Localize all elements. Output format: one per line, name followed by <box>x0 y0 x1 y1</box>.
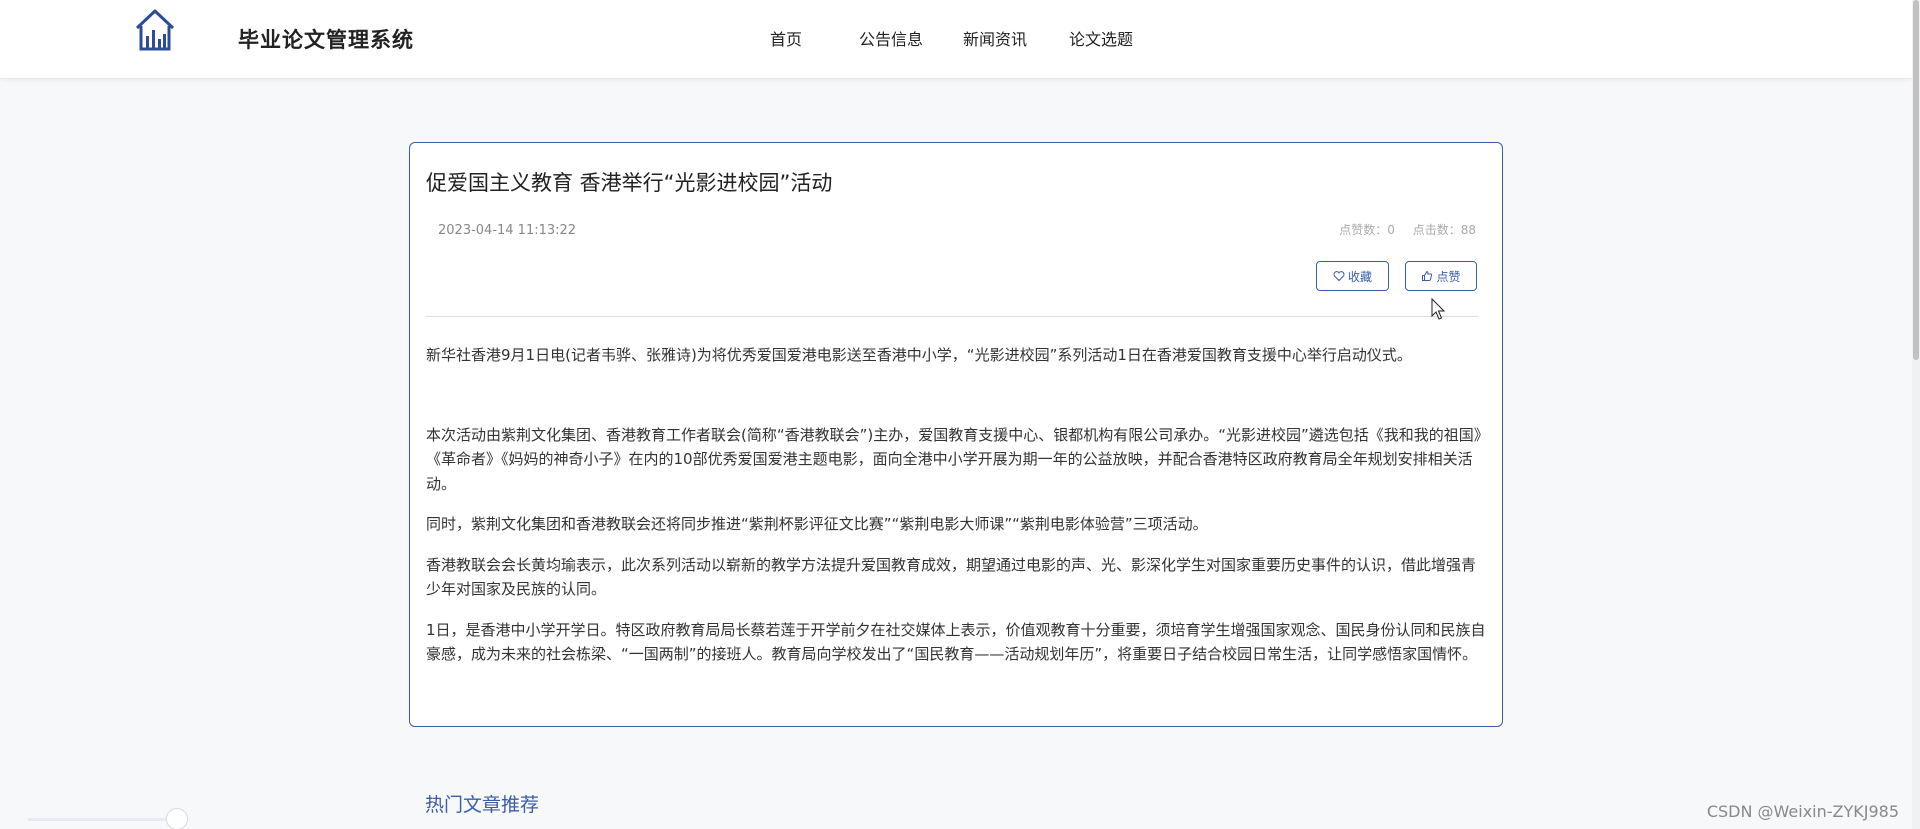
watermark: CSDN @Weixin-ZYKJ985 <box>1706 802 1899 821</box>
house-chart-icon[interactable] <box>134 8 176 52</box>
article-stats: 点赞数：0 点击数：88 <box>1325 221 1476 238</box>
nav-item-home[interactable]: 首页 <box>770 26 802 50</box>
site-title: 毕业论文管理系统 <box>238 28 414 52</box>
scrollbar-thumb[interactable] <box>1913 0 1919 360</box>
article-paragraph: 香港教联会会长黄均瑜表示，此次系列活动以崭新的教学方法提升爱国教育成效，期望通过… <box>426 555 1477 599</box>
carousel-track <box>28 818 178 821</box>
thumbs-up-icon <box>1422 270 1433 281</box>
carousel-handle[interactable] <box>166 808 188 829</box>
like-button[interactable]: 点赞 <box>1405 261 1477 291</box>
heart-icon <box>1333 271 1345 282</box>
nav-item-notice[interactable]: 公告信息 <box>859 26 923 50</box>
main-nav: 首页 公告信息 新闻资讯 论文选题 <box>770 26 1133 50</box>
article-title: 促爱国主义教育 香港举行“光影进校园”活动 <box>426 171 833 195</box>
article-date: 2023-04-14 11:13:22 <box>438 223 577 238</box>
article-paragraph: 同时，紫荆文化集团和香港教联会还将同步推进“紫荆杯影评征文比赛”“紫荆电影大师课… <box>426 515 1208 533</box>
nav-item-topics[interactable]: 论文选题 <box>1069 26 1133 50</box>
article-paragraph: 新华社香港9月1日电(记者韦骅、张雅诗)为将优秀爱国爱港电影送至香港中小学，“光… <box>426 346 1412 364</box>
favorite-label: 收藏 <box>1347 269 1372 284</box>
like-label: 点赞 <box>1436 269 1461 284</box>
likes-count: 点赞数：0 <box>1339 223 1395 237</box>
article-content: 新华社香港9月1日电(记者韦骅、张雅诗)为将优秀爱国爱港电影送至香港中小学，“光… <box>426 343 1488 683</box>
clicks-count: 点击数：88 <box>1412 223 1476 237</box>
nav-item-news[interactable]: 新闻资讯 <box>963 26 1027 50</box>
divider <box>426 316 1478 317</box>
favorite-button[interactable]: 收藏 <box>1316 261 1389 291</box>
article-paragraph: 本次活动由紫荆文化集团、香港教育工作者联会(简称“香港教联会”)主办，爱国教育支… <box>426 425 1482 493</box>
article-card: 促爱国主义教育 香港举行“光影进校园”活动 2023-04-14 11:13:2… <box>409 142 1503 727</box>
hot-articles-title: 热门文章推荐 <box>425 794 540 816</box>
top-header: 毕业论文管理系统 首页 公告信息 新闻资讯 论文选题 <box>0 0 1912 79</box>
article-paragraph: 1日，是香港中小学开学日。特区政府教育局局长蔡若莲于开学前夕在社交媒体上表示，价… <box>426 620 1486 664</box>
scrollbar[interactable] <box>1912 0 1920 829</box>
mouse-cursor-icon <box>1431 298 1446 320</box>
